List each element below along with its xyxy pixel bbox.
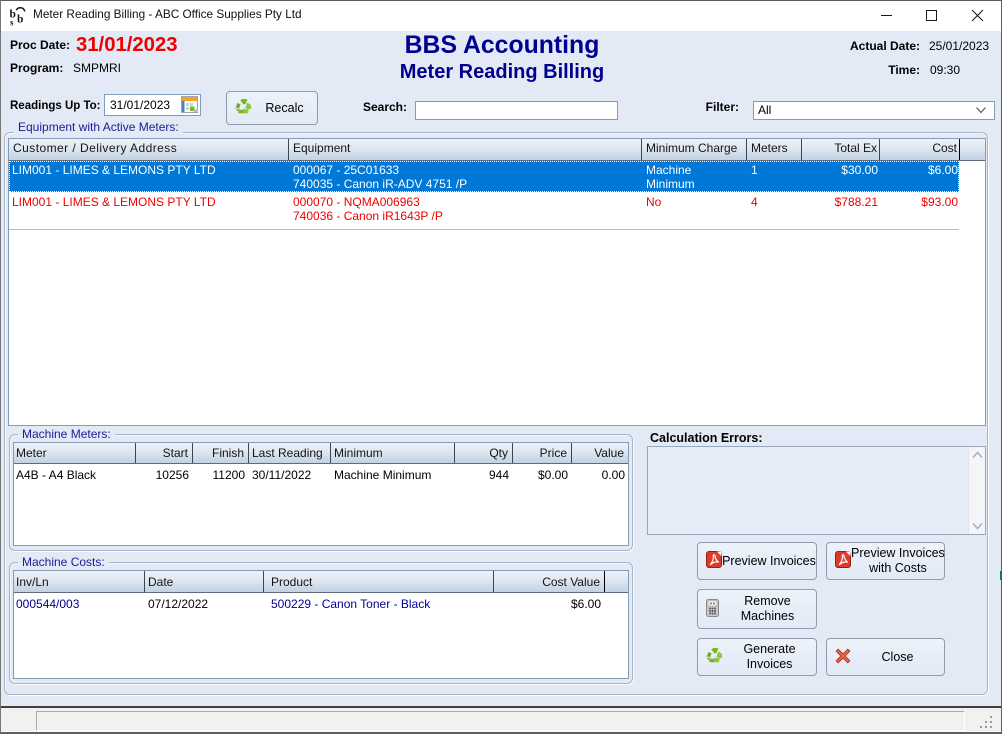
- svg-text:b: b: [17, 14, 23, 26]
- svg-text:s: s: [10, 18, 14, 27]
